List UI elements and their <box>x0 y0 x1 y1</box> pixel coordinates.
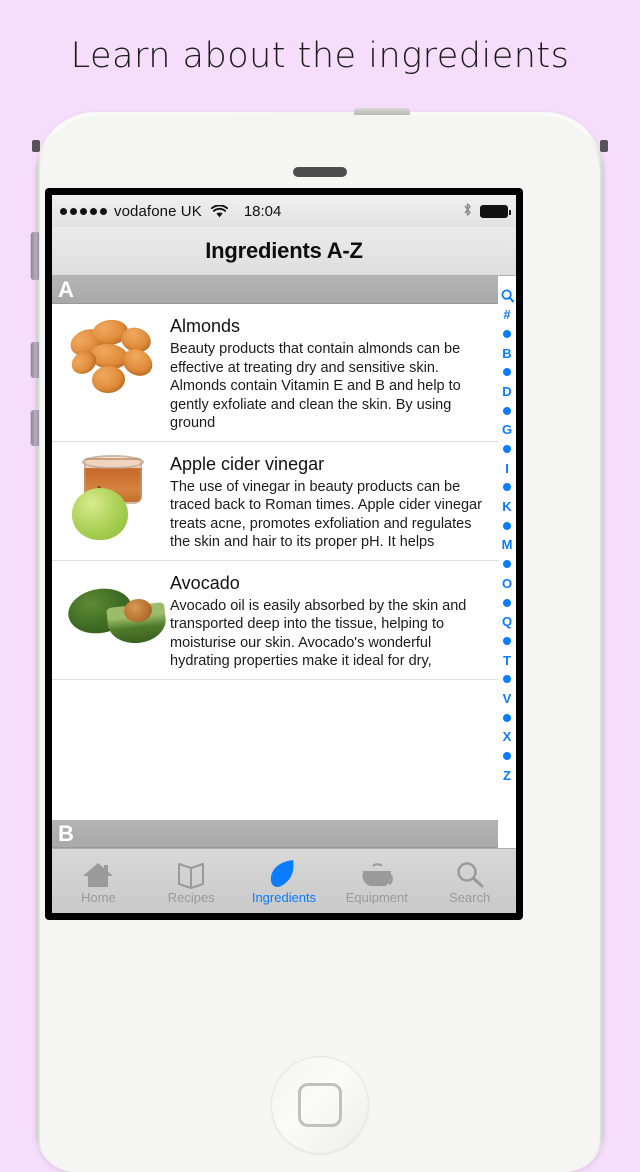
index-dot[interactable] <box>498 516 516 535</box>
signal-strength-icon <box>60 207 107 215</box>
index-letter[interactable]: Q <box>498 612 516 631</box>
carrier-label: vodafone UK <box>114 202 202 220</box>
section-header-a: A <box>52 276 498 304</box>
antenna-band-right <box>600 140 608 152</box>
index-dot[interactable] <box>498 401 516 420</box>
section-header-b: B <box>52 820 498 848</box>
tab-search[interactable]: Search <box>423 849 516 913</box>
list-item-text: Almonds Beauty products that contain alm… <box>170 314 482 433</box>
battery-full-icon <box>480 204 511 218</box>
list-item-text: Apple cider vinegar The use of vinegar i… <box>170 452 482 552</box>
index-search-icon[interactable] <box>498 286 516 305</box>
list-item-title: Avocado <box>170 572 240 593</box>
index-letter[interactable]: T <box>498 651 516 670</box>
page-title: Learn about the ingredients <box>70 36 570 76</box>
list-item-description: Beauty products that contain almonds can… <box>170 341 461 431</box>
navigation-bar: Ingredients A-Z <box>52 227 516 276</box>
index-letter[interactable]: B <box>498 344 516 363</box>
tab-label: Search <box>448 890 491 905</box>
index-letter[interactable]: M <box>498 535 516 554</box>
index-letter[interactable]: G <box>498 420 516 439</box>
index-dot[interactable] <box>498 555 516 574</box>
search-icon <box>454 857 486 889</box>
volume-up-button[interactable] <box>31 342 39 378</box>
index-dot[interactable] <box>498 708 516 727</box>
home-icon <box>81 857 115 889</box>
app-screen: vodafone UK 18:04 Ingredients A-Z A Almo… <box>52 195 516 913</box>
almonds-thumbnail <box>66 314 162 406</box>
teapot-icon <box>358 857 396 889</box>
status-bar: vodafone UK 18:04 <box>52 195 516 227</box>
book-icon <box>174 857 208 889</box>
antenna-band-left <box>32 140 40 152</box>
apple-cider-vinegar-thumbnail <box>66 452 162 544</box>
tab-home[interactable]: Home <box>52 849 145 913</box>
tab-recipes[interactable]: Recipes <box>145 849 238 913</box>
tab-label: Home <box>81 890 116 905</box>
list-item[interactable]: Apple cider vinegar The use of vinegar i… <box>52 442 498 561</box>
alphabet-index[interactable]: # B D G I K M O Q T V X Z <box>498 276 516 848</box>
index-letter[interactable]: O <box>498 574 516 593</box>
wifi-icon <box>210 204 228 218</box>
home-square-icon <box>298 1083 342 1127</box>
index-dot[interactable] <box>498 593 516 612</box>
list-body: Almonds Beauty products that contain alm… <box>52 304 516 680</box>
power-button[interactable] <box>354 108 410 115</box>
tab-label: Equipment <box>345 890 408 905</box>
tab-ingredients[interactable]: Ingredients <box>238 849 331 913</box>
index-dot[interactable] <box>498 631 516 650</box>
silent-switch[interactable] <box>31 232 39 280</box>
index-dot[interactable] <box>498 670 516 689</box>
home-button[interactable] <box>271 1056 369 1154</box>
volume-down-button[interactable] <box>31 410 39 446</box>
index-letter[interactable]: X <box>498 727 516 746</box>
tab-bar: Home Recipes Ingredients Equipment Searc… <box>52 848 516 913</box>
list-item-title: Almonds <box>170 316 241 336</box>
status-bar-right <box>463 202 511 221</box>
index-letter[interactable]: D <box>498 382 516 401</box>
index-dot[interactable] <box>498 478 516 497</box>
index-letter[interactable]: V <box>498 689 516 708</box>
list-item-description: The use of vinegar in beauty products ca… <box>170 478 482 551</box>
proximity-sensor <box>293 167 347 177</box>
tab-label: Recipes <box>167 890 215 905</box>
index-letter[interactable]: Z <box>498 766 516 785</box>
avocado-thumbnail <box>64 571 168 663</box>
index-dot[interactable] <box>498 363 516 382</box>
index-letter[interactable]: I <box>498 459 516 478</box>
index-letter[interactable]: # <box>498 305 516 324</box>
tab-label: Ingredients <box>251 890 317 905</box>
list-item[interactable]: Almonds Beauty products that contain alm… <box>52 304 498 442</box>
nav-title: Ingredients A-Z <box>205 238 363 263</box>
ingredients-list[interactable]: A Almonds Beauty products that contain a… <box>52 276 516 848</box>
list-item-title: Apple cider vinegar <box>170 453 325 474</box>
index-dot[interactable] <box>498 324 516 343</box>
index-letter[interactable]: K <box>498 497 516 516</box>
list-item-text: Avocado Avocado oil is easily absorbed b… <box>170 571 482 671</box>
index-dot[interactable] <box>498 440 516 459</box>
status-clock: 18:04 <box>243 202 282 220</box>
list-item[interactable]: Avocado Avocado oil is easily absorbed b… <box>52 561 498 680</box>
list-item-description: Avocado oil is easily absorbed by the sk… <box>170 597 467 670</box>
bluetooth-icon <box>463 202 472 221</box>
tab-equipment[interactable]: Equipment <box>330 849 423 913</box>
leaf-icon <box>267 857 301 889</box>
index-dot[interactable] <box>498 747 516 766</box>
